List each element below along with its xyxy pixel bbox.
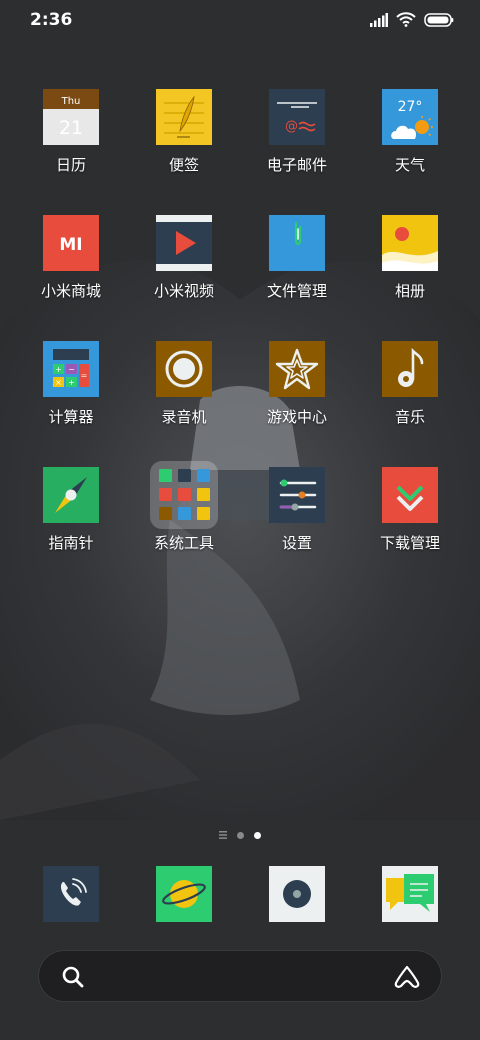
app-label: 下载管理: [379, 534, 440, 552]
list-view-icon[interactable]: [219, 831, 227, 839]
app-label: 计算器: [48, 408, 94, 426]
signal-icon: [370, 12, 388, 27]
gallery-icon: [382, 215, 438, 271]
calendar-day: Thu: [61, 96, 81, 107]
settings-icon: [269, 467, 325, 523]
weather-icon: 27°: [382, 89, 438, 145]
dock-browser[interactable]: [156, 866, 212, 922]
svg-text:=: =: [81, 371, 88, 380]
weather-temperature: 27°: [398, 99, 423, 115]
notes-icon: [156, 89, 212, 145]
page-dot[interactable]: [237, 831, 244, 839]
compass-icon: [43, 467, 99, 523]
search-bar[interactable]: [38, 950, 442, 1002]
recorder-icon: [156, 341, 212, 397]
app-mi-store[interactable]: MI 小米商城: [21, 215, 121, 301]
app-label: 文件管理: [266, 282, 327, 300]
app-label: 小米视频: [153, 282, 214, 300]
email-icon: @: [269, 89, 325, 145]
app-notes[interactable]: 便签: [134, 89, 234, 175]
mi-store-icon: MI: [43, 215, 99, 271]
app-settings[interactable]: 设置: [247, 467, 347, 553]
app-label: 电子邮件: [266, 156, 327, 174]
app-downloads[interactable]: 下载管理: [360, 467, 460, 553]
app-label: 音乐: [394, 408, 425, 426]
music-disc-icon: [269, 866, 325, 922]
app-label: 设置: [281, 534, 312, 552]
app-video[interactable]: 小米视频: [134, 215, 234, 301]
app-recorder[interactable]: 录音机: [134, 341, 234, 427]
search-icon[interactable]: [61, 965, 85, 989]
app-label: 相册: [394, 282, 425, 300]
app-file-manager[interactable]: 文件管理: [247, 215, 347, 301]
dock-music[interactable]: [269, 866, 325, 922]
battery-icon: [424, 12, 454, 27]
phone-icon: [43, 866, 99, 922]
app-game-center[interactable]: 游戏中心: [247, 341, 347, 427]
app-calendar[interactable]: Thu 21 日历: [21, 89, 121, 175]
file-manager-icon: [269, 215, 325, 271]
video-icon: [156, 215, 212, 271]
svg-text:+: +: [68, 378, 75, 387]
browser-icon: [156, 866, 212, 922]
calculator-icon: + − × + =: [43, 341, 99, 397]
app-weather[interactable]: 27° 天气: [360, 89, 460, 175]
page-dot-active[interactable]: [254, 831, 261, 839]
app-music[interactable]: 音乐: [360, 341, 460, 427]
app-label: 指南针: [48, 534, 94, 552]
calendar-date: 21: [59, 117, 83, 139]
assistant-icon[interactable]: [393, 964, 421, 990]
svg-text:×: ×: [55, 378, 62, 387]
app-system-tools-folder[interactable]: 系统工具: [134, 461, 234, 553]
page-indicator[interactable]: [0, 828, 480, 842]
svg-text:@: @: [285, 119, 298, 134]
status-icons: [370, 12, 454, 27]
svg-text:−: −: [68, 365, 75, 374]
calendar-icon: Thu 21: [43, 89, 99, 145]
app-compass[interactable]: 指南针: [21, 467, 121, 553]
wifi-icon: [396, 12, 416, 27]
app-label: 日历: [55, 156, 86, 174]
app-label: 游戏中心: [266, 408, 327, 426]
game-center-icon: [269, 341, 325, 397]
app-label: 便签: [168, 156, 199, 174]
mi-logo-text: MI: [59, 235, 82, 255]
status-bar: 2:36: [0, 0, 480, 42]
app-email[interactable]: @ 电子邮件: [247, 89, 347, 175]
folder-icon: [150, 461, 218, 529]
app-label: 小米商城: [40, 282, 101, 300]
messages-icon: [382, 866, 438, 922]
status-time: 2:36: [30, 10, 73, 30]
music-icon: [382, 341, 438, 397]
app-label: 天气: [394, 156, 425, 174]
app-label: 录音机: [161, 408, 207, 426]
dock-phone[interactable]: [43, 866, 99, 922]
app-gallery[interactable]: 相册: [360, 215, 460, 301]
downloads-icon: [382, 467, 438, 523]
dock-messages[interactable]: [382, 866, 438, 922]
svg-text:+: +: [55, 365, 62, 374]
app-calculator[interactable]: + − × + = 计算器: [21, 341, 121, 427]
app-label: 系统工具: [153, 534, 214, 552]
